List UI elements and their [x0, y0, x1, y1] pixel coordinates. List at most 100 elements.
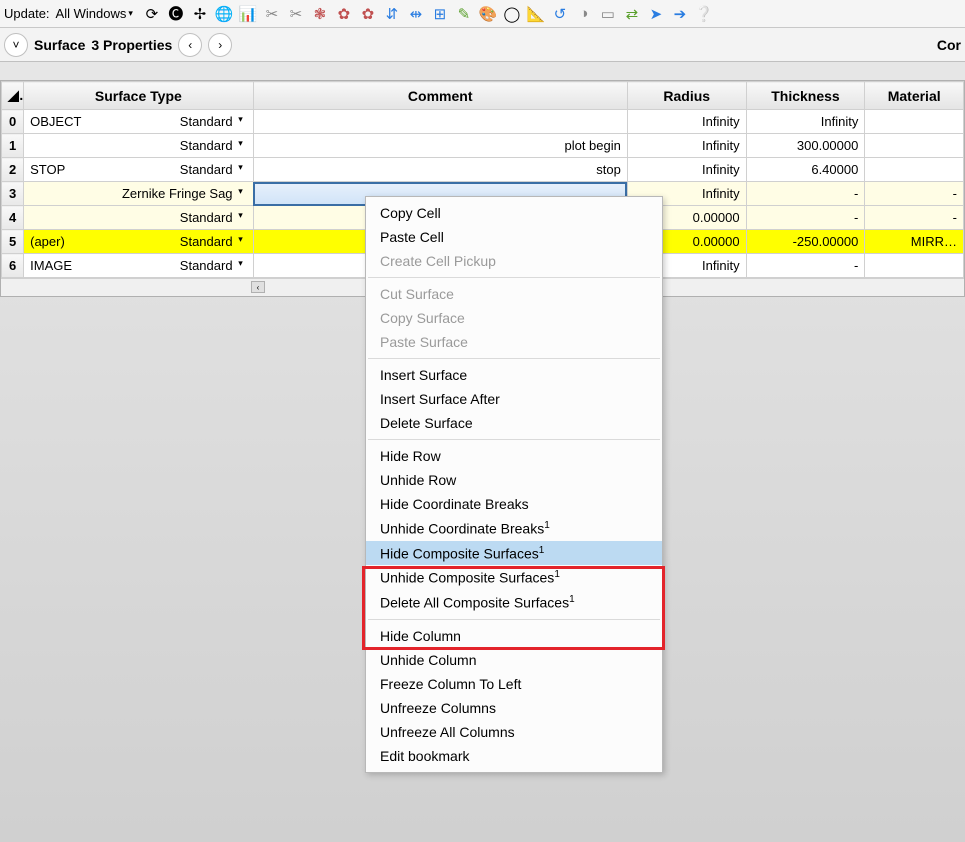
- material-cell[interactable]: [865, 134, 964, 158]
- thickness-cell[interactable]: 300.00000: [746, 134, 865, 158]
- arrow-right-icon[interactable]: ➔: [669, 3, 691, 25]
- menu-item-hide-coordinate-breaks[interactable]: Hide Coordinate Breaks: [366, 492, 662, 516]
- gear-a-icon[interactable]: ✿: [333, 3, 355, 25]
- surface-name: Standard: [94, 210, 234, 225]
- surface-properties-bar: ˅ Surface 3 Properties ‹ › Cor: [0, 28, 965, 62]
- palette-icon[interactable]: 🎨: [477, 3, 499, 25]
- paste-icon[interactable]: ❃: [309, 3, 331, 25]
- menu-item-hide-column[interactable]: Hide Column: [366, 624, 662, 648]
- col-thickness[interactable]: Thickness: [746, 82, 865, 110]
- menu-item-insert-surface[interactable]: Insert Surface: [366, 363, 662, 387]
- menu-item-unhide-composite-surfaces[interactable]: Unhide Composite Surfaces1: [366, 565, 662, 590]
- menu-item-unhide-column[interactable]: Unhide Column: [366, 648, 662, 672]
- surface-type-cell[interactable]: IMAGEStandard▾: [24, 254, 253, 278]
- surface-type-cell[interactable]: OBJECTStandard▾: [24, 110, 253, 134]
- update-dropdown[interactable]: All Windows ▾: [52, 5, 137, 22]
- row-header[interactable]: 1: [2, 134, 24, 158]
- chevron-down-icon[interactable]: ▾: [235, 210, 247, 225]
- comment-cell[interactable]: plot begin: [253, 134, 627, 158]
- material-cell[interactable]: -: [865, 206, 964, 230]
- loop-icon[interactable]: ↺: [549, 3, 571, 25]
- toggle-icon[interactable]: ◑: [573, 3, 595, 25]
- comment-cell[interactable]: [253, 110, 627, 134]
- thickness-cell[interactable]: -250.00000: [746, 230, 865, 254]
- scroll-thumb[interactable]: ‹: [251, 281, 265, 293]
- split-h-icon[interactable]: ⇹: [405, 3, 427, 25]
- menu-item-hide-composite-surfaces[interactable]: Hide Composite Surfaces1: [366, 541, 662, 566]
- cut-v-icon[interactable]: ✂: [261, 3, 283, 25]
- material-cell[interactable]: [865, 110, 964, 134]
- thickness-cell[interactable]: Infinity: [746, 110, 865, 134]
- row-header[interactable]: 0: [2, 110, 24, 134]
- surface-name: Standard: [94, 162, 234, 177]
- row-header[interactable]: 3: [2, 182, 24, 206]
- menu-item-edit-bookmark[interactable]: Edit bookmark: [366, 744, 662, 768]
- chart-icon[interactable]: 📊: [237, 3, 259, 25]
- menu-item-insert-surface-after[interactable]: Insert Surface After: [366, 387, 662, 411]
- radius-cell[interactable]: Infinity: [627, 158, 746, 182]
- col-radius[interactable]: Radius: [627, 82, 746, 110]
- chevron-down-icon[interactable]: ▾: [235, 114, 247, 129]
- radius-cell[interactable]: Infinity: [627, 110, 746, 134]
- thickness-cell[interactable]: 6.40000: [746, 158, 865, 182]
- surface-type-cell[interactable]: (aper)Standard▾: [24, 230, 253, 254]
- menu-item-copy-cell[interactable]: Copy Cell: [366, 201, 662, 225]
- surface-type-cell[interactable]: Standard▾: [24, 134, 253, 158]
- chevron-down-icon[interactable]: ▾: [235, 138, 247, 153]
- thickness-cell[interactable]: -: [746, 182, 865, 206]
- col-surface-type[interactable]: Surface Type: [24, 82, 253, 110]
- align-v-icon[interactable]: ⇵: [381, 3, 403, 25]
- surface-type-cell[interactable]: Standard▾: [24, 206, 253, 230]
- chevron-down-icon[interactable]: ▾: [235, 162, 247, 177]
- menu-separator: [368, 277, 660, 278]
- menu-item-delete-all-composite-surfaces[interactable]: Delete All Composite Surfaces1: [366, 590, 662, 615]
- surface-name: Zernike Fringe Sag: [94, 186, 234, 201]
- col-comment[interactable]: Comment: [253, 82, 627, 110]
- prev-button[interactable]: ‹: [178, 33, 202, 57]
- menu-item-paste-cell[interactable]: Paste Cell: [366, 225, 662, 249]
- menu-item-unfreeze-all-columns[interactable]: Unfreeze All Columns: [366, 720, 662, 744]
- move-icon[interactable]: ✢: [189, 3, 211, 25]
- step-right-icon[interactable]: ➤: [645, 3, 667, 25]
- thickness-cell[interactable]: -: [746, 254, 865, 278]
- corner-cell[interactable]: ◢: [2, 82, 24, 110]
- surface-type-cell[interactable]: STOPStandard▾: [24, 158, 253, 182]
- menu-item-unhide-row[interactable]: Unhide Row: [366, 468, 662, 492]
- help-icon[interactable]: ❔: [693, 3, 715, 25]
- refresh-icon[interactable]: ⟳: [141, 3, 163, 25]
- doc-icon[interactable]: ▭: [597, 3, 619, 25]
- menu-item-unhide-coordinate-breaks[interactable]: Unhide Coordinate Breaks1: [366, 516, 662, 541]
- material-cell[interactable]: [865, 254, 964, 278]
- row-header[interactable]: 2: [2, 158, 24, 182]
- wand-icon[interactable]: ✎: [453, 3, 475, 25]
- comment-cell[interactable]: stop: [253, 158, 627, 182]
- col-material[interactable]: Material: [865, 82, 964, 110]
- material-cell[interactable]: MIRR…: [865, 230, 964, 254]
- swap-icon[interactable]: ⇄: [621, 3, 643, 25]
- row-header[interactable]: 6: [2, 254, 24, 278]
- cut-h-icon[interactable]: ✂: [285, 3, 307, 25]
- thickness-cell[interactable]: -: [746, 206, 865, 230]
- material-cell[interactable]: -: [865, 182, 964, 206]
- menu-item-delete-surface[interactable]: Delete Surface: [366, 411, 662, 435]
- surface-name: Standard: [94, 234, 234, 249]
- globe-icon[interactable]: 🌐: [213, 3, 235, 25]
- surface-type-cell[interactable]: Zernike Fringe Sag▾: [24, 182, 253, 206]
- chevron-down-icon[interactable]: ▾: [235, 258, 247, 273]
- slope-icon[interactable]: 📐: [525, 3, 547, 25]
- ring-icon[interactable]: ◯: [501, 3, 523, 25]
- gear-b-icon[interactable]: ✿: [357, 3, 379, 25]
- radius-cell[interactable]: Infinity: [627, 134, 746, 158]
- collapse-button[interactable]: ˅: [4, 33, 28, 57]
- row-header[interactable]: 5: [2, 230, 24, 254]
- grid-icon[interactable]: ⊞: [429, 3, 451, 25]
- menu-item-freeze-column-to-left[interactable]: Freeze Column To Left: [366, 672, 662, 696]
- row-header[interactable]: 4: [2, 206, 24, 230]
- material-cell[interactable]: [865, 158, 964, 182]
- next-button[interactable]: ›: [208, 33, 232, 57]
- menu-item-unfreeze-columns[interactable]: Unfreeze Columns: [366, 696, 662, 720]
- chevron-down-icon[interactable]: ▾: [235, 186, 247, 201]
- refresh-all-icon[interactable]: 🅒: [165, 3, 187, 25]
- chevron-down-icon[interactable]: ▾: [235, 234, 247, 249]
- menu-item-hide-row[interactable]: Hide Row: [366, 444, 662, 468]
